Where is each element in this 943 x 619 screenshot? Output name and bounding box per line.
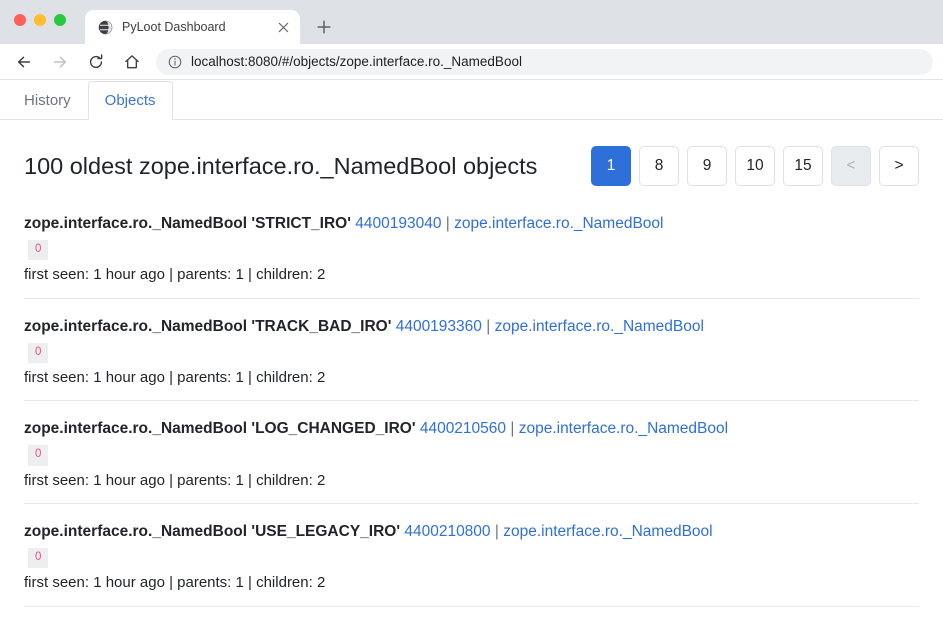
object-address-link[interactable]: 4400210560 <box>420 420 506 437</box>
object-separator: | <box>494 523 499 541</box>
object-separator: | <box>486 317 491 335</box>
browser-tab[interactable]: PyLoot Dashboard <box>85 10 300 44</box>
object-type-name: zope.interface.ro._NamedBool <box>24 420 248 438</box>
object-type-link[interactable]: zope.interface.ro._NamedBool <box>495 318 704 335</box>
object-address-link[interactable]: 4400193040 <box>355 215 441 232</box>
object-heading: zope.interface.ro._NamedBool 'TRACK_BAD_… <box>24 317 919 338</box>
object-meta: first seen: 1 hour ago | parents: 1 | ch… <box>24 369 326 387</box>
forward-icon[interactable] <box>46 48 74 76</box>
new-tab-button[interactable] <box>310 13 338 41</box>
status-badge[interactable]: 0 <box>28 445 49 466</box>
list-item: zope.interface.ro._NamedBool 'STRICT_IRO… <box>24 214 919 299</box>
browser-tab-strip: PyLoot Dashboard <box>0 0 943 44</box>
back-icon[interactable] <box>10 48 38 76</box>
object-type-link[interactable]: zope.interface.ro._NamedBool <box>454 215 663 232</box>
object-instance-name: 'USE_LEGACY_IRO' <box>251 523 401 541</box>
object-instance-name: 'STRICT_IRO' <box>251 215 351 232</box>
status-badge[interactable]: 0 <box>28 547 49 569</box>
list-item: zope.interface.ro._NamedBool 'LOG_CHANGE… <box>24 419 919 505</box>
minimize-window-button[interactable] <box>34 14 46 26</box>
list-item: zope.interface.ro._NamedBool 'TRACK_BAD_… <box>24 317 919 402</box>
object-address-link[interactable]: 4400193360 <box>396 318 482 335</box>
object-meta: first seen: 1 hour ago | parents: 1 | ch… <box>24 266 326 284</box>
page-title: 100 oldest zope.interface.ro._NamedBool … <box>24 152 538 179</box>
window-controls <box>14 14 66 26</box>
object-type-link[interactable]: zope.interface.ro._NamedBool <box>519 420 728 437</box>
tab-objects[interactable]: Objects <box>87 81 173 120</box>
browser-window: PyLoot Dashboard localhost:8080/#/object… <box>0 0 943 619</box>
info-icon[interactable] <box>168 55 182 69</box>
object-list: zope.interface.ro._NamedBool 'STRICT_IRO… <box>24 214 919 607</box>
badge-row: 0 <box>24 239 919 261</box>
object-meta: first seen: 1 hour ago | parents: 1 | ch… <box>24 471 326 489</box>
maximize-window-button[interactable] <box>54 14 66 26</box>
close-window-button[interactable] <box>14 14 26 26</box>
reload-icon[interactable] <box>82 48 110 76</box>
globe-icon <box>97 19 113 35</box>
badge-row: 0 <box>24 547 919 569</box>
object-instance-name: 'TRACK_BAD_IRO' <box>251 317 392 335</box>
object-heading: zope.interface.ro._NamedBool 'USE_LEGACY… <box>24 522 919 543</box>
object-type-name: zope.interface.ro._NamedBool <box>24 317 248 335</box>
page-container: 100 oldest zope.interface.ro._NamedBool … <box>0 120 943 607</box>
pagination: 1 8 9 10 15 < > <box>591 146 919 186</box>
page-viewport: History Objects 100 oldest zope.interfac… <box>0 80 943 619</box>
object-meta: first seen: 1 hour ago | parents: 1 | ch… <box>24 574 326 592</box>
badge-row: 0 <box>24 342 919 364</box>
object-separator: | <box>445 215 450 232</box>
page-header-row: 100 oldest zope.interface.ro._NamedBool … <box>24 146 919 186</box>
object-type-link[interactable]: zope.interface.ro._NamedBool <box>503 523 712 540</box>
tab-history[interactable]: History <box>7 81 88 120</box>
app-tab-bar: History Objects <box>0 80 943 120</box>
pagination-page-15[interactable]: 15 <box>783 146 823 186</box>
object-type-name: zope.interface.ro._NamedBool <box>24 215 248 232</box>
object-address-link[interactable]: 4400210800 <box>404 523 490 540</box>
object-heading: zope.interface.ro._NamedBool 'STRICT_IRO… <box>24 214 919 235</box>
status-badge[interactable]: 0 <box>28 342 49 364</box>
badge-row: 0 <box>24 444 919 466</box>
browser-tab-title: PyLoot Dashboard <box>122 20 226 34</box>
object-type-name: zope.interface.ro._NamedBool <box>24 523 248 541</box>
close-icon[interactable] <box>274 18 292 36</box>
browser-toolbar: localhost:8080/#/objects/zope.interface.… <box>0 44 943 80</box>
pagination-page-1[interactable]: 1 <box>591 146 631 186</box>
url-text: localhost:8080/#/objects/zope.interface.… <box>191 54 522 69</box>
object-heading: zope.interface.ro._NamedBool 'LOG_CHANGE… <box>24 419 919 440</box>
status-badge[interactable]: 0 <box>28 239 49 261</box>
pagination-prev-button[interactable]: < <box>831 146 871 186</box>
pagination-page-9[interactable]: 9 <box>687 146 727 186</box>
object-separator: | <box>510 420 515 438</box>
object-instance-name: 'LOG_CHANGED_IRO' <box>251 420 416 438</box>
address-bar[interactable]: localhost:8080/#/objects/zope.interface.… <box>156 48 933 75</box>
list-item: zope.interface.ro._NamedBool 'USE_LEGACY… <box>24 522 919 607</box>
pagination-next-button[interactable]: > <box>879 146 919 186</box>
pagination-page-8[interactable]: 8 <box>639 146 679 186</box>
pagination-page-10[interactable]: 10 <box>735 146 775 186</box>
home-icon[interactable] <box>118 48 146 76</box>
